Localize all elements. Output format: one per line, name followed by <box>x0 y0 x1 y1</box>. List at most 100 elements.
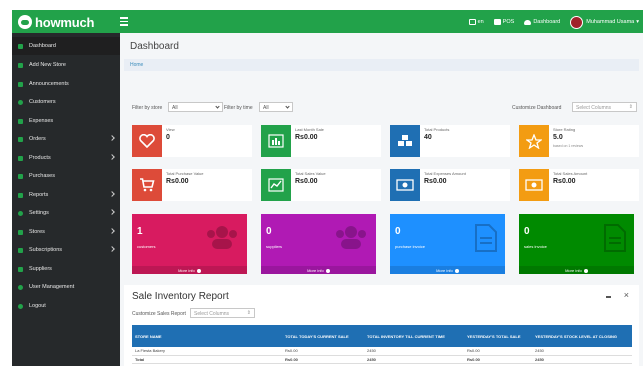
close-icon[interactable]: × <box>624 290 629 300</box>
small-box-label: sales invoice <box>524 244 547 249</box>
sidebar-item-label: Logout <box>29 303 46 309</box>
sidebar-item-purchases[interactable]: Purchases <box>12 167 120 185</box>
sidebar-item-label: User Management <box>29 284 75 290</box>
user-name: Muhammad Usama <box>586 19 635 25</box>
table-header-row: STORE NAME TOTAL TODAY'S CURRENT SALE TO… <box>132 325 632 347</box>
star-icon <box>519 125 549 157</box>
small-box-number: 0 <box>266 226 272 237</box>
table-row: La Fiesta Bakery Rs0.00 2450 Rs0.00 2450 <box>132 347 632 356</box>
info-box-total-purchase: Total Purchase Value Rs0.00 <box>132 169 252 201</box>
sidebar-item-orders[interactable]: Orders <box>12 130 120 148</box>
sidebar-item-user-management[interactable]: User Management <box>12 278 120 296</box>
chevron-right-icon <box>109 246 115 252</box>
sidebar-item-label: Subscriptions <box>29 247 63 253</box>
caret-down-icon: ▾ <box>636 19 639 25</box>
line-chart-icon <box>261 169 291 201</box>
top-bar: howmuch en POS Dashboard Muhammad Usama … <box>12 10 643 33</box>
sidebar-item-customers[interactable]: Customers <box>12 93 120 111</box>
table-cell: Rs0.00 <box>464 355 532 364</box>
small-box-label: suppliers <box>266 244 283 249</box>
pos-link[interactable]: POS <box>493 19 515 25</box>
sale-inventory-report: Sale Inventory Report × Customize Sales … <box>124 285 639 366</box>
users-icon <box>207 226 237 249</box>
info-box-label: View <box>166 127 175 132</box>
cubes-icon <box>390 125 420 157</box>
small-box-purchase-invoice: 0 purchase invoice More info <box>390 214 505 274</box>
table-total-row: Total Rs0.00 2450 Rs0.00 2450 <box>132 355 632 364</box>
menu-toggle-icon[interactable] <box>120 17 128 26</box>
breadcrumb-home-link[interactable]: Home <box>130 62 143 68</box>
time-filter-label: Filter by time <box>224 105 253 111</box>
logo[interactable]: howmuch <box>18 13 118 31</box>
store-filter-label: Filter by store <box>132 105 163 111</box>
column-header: TOTAL INVENTORY TILL CURRENT TIME <box>364 325 464 347</box>
table-cell: 2450 <box>364 355 464 364</box>
sidebar: Dashboard Add New Store Announcements Cu… <box>12 33 120 366</box>
dashboard-icon <box>18 43 23 49</box>
sidebar-item-label: Suppliers <box>29 266 52 272</box>
report-icon <box>18 192 23 198</box>
info-box-label: Last Month Sale <box>295 127 324 132</box>
more-info-link[interactable]: More info <box>261 266 376 274</box>
more-info-link[interactable]: More info <box>390 266 505 274</box>
sidebar-item-subscriptions[interactable]: Subscriptions <box>12 241 120 259</box>
report-title: Sale Inventory Report <box>132 291 229 302</box>
sidebar-item-reports[interactable]: Reports <box>12 186 120 204</box>
small-box-label: purchase invoice <box>395 244 426 249</box>
table-cell: Rs0.00 <box>282 347 364 356</box>
customize-report-label: Customize Sales Report <box>132 311 186 317</box>
more-info-label: More info <box>436 268 453 273</box>
column-header: YESTERDAY'S TOTAL SALE <box>464 325 532 347</box>
time-filter-select[interactable]: All <box>259 102 293 112</box>
cart-icon <box>18 173 23 179</box>
more-info-label: More info <box>565 268 582 273</box>
sidebar-item-label: Reports <box>29 192 49 198</box>
chevron-right-icon <box>109 135 115 141</box>
sidebar-item-label: Purchases <box>29 173 55 179</box>
more-info-link[interactable]: More info <box>132 266 247 274</box>
sidebar-item-products[interactable]: Products <box>12 149 120 167</box>
time-filter-value: All <box>263 105 269 111</box>
truck-icon <box>18 266 23 272</box>
page-title: Dashboard <box>130 41 179 52</box>
sidebar-item-expenses[interactable]: Expenses <box>12 112 120 130</box>
store-filter-select[interactable]: All <box>168 102 223 112</box>
sidebar-item-announcements[interactable]: Announcements <box>12 75 120 93</box>
sidebar-item-logout[interactable]: Logout <box>12 297 120 315</box>
store-icon <box>18 229 23 235</box>
sidebar-item-add-new-store[interactable]: Add New Store <box>12 56 120 74</box>
logo-icon <box>18 15 32 29</box>
sidebar-item-dashboard[interactable]: Dashboard <box>12 37 120 55</box>
bullhorn-icon <box>18 81 23 87</box>
sidebar-item-label: Settings <box>29 210 49 216</box>
users-icon <box>336 226 366 249</box>
gear-icon <box>18 210 23 216</box>
more-info-link[interactable]: More info <box>519 266 634 274</box>
small-box-number: 0 <box>524 226 530 237</box>
dashboard-link[interactable]: Dashboard <box>524 19 560 25</box>
dashboard-label: Dashboard <box>533 19 561 25</box>
sidebar-item-settings[interactable]: Settings <box>12 204 120 222</box>
sidebar-item-stores[interactable]: Stores <box>12 223 120 241</box>
info-box-value: Rs0.00 <box>166 178 189 185</box>
pos-icon <box>493 19 501 25</box>
info-box-value: 0 <box>166 134 170 141</box>
pos-label: POS <box>502 19 515 25</box>
sidebar-item-suppliers[interactable]: Suppliers <box>12 260 120 278</box>
info-box-label: Total Sales Amount <box>553 171 588 176</box>
heart-icon <box>132 125 162 157</box>
more-info-label: More info <box>178 268 195 273</box>
products-icon <box>18 155 23 161</box>
user-menu[interactable]: Muhammad Usama ▾ <box>570 15 639 29</box>
app-window: howmuch en POS Dashboard Muhammad Usama … <box>12 10 643 366</box>
arrow-circle-icon <box>325 268 330 273</box>
info-box-value: Rs0.00 <box>295 134 318 141</box>
language-link[interactable]: en <box>468 19 484 25</box>
minimize-icon[interactable] <box>606 296 611 298</box>
sidebar-item-label: Customers <box>29 99 56 105</box>
customize-dashboard-select[interactable]: Select Columns ⇕ <box>572 102 637 112</box>
customize-report-select[interactable]: Select Columns ⇕ <box>190 308 255 318</box>
small-box-customers: 1 customers More info <box>132 214 247 274</box>
column-header: STORE NAME <box>132 325 282 347</box>
cart-icon <box>132 169 162 201</box>
